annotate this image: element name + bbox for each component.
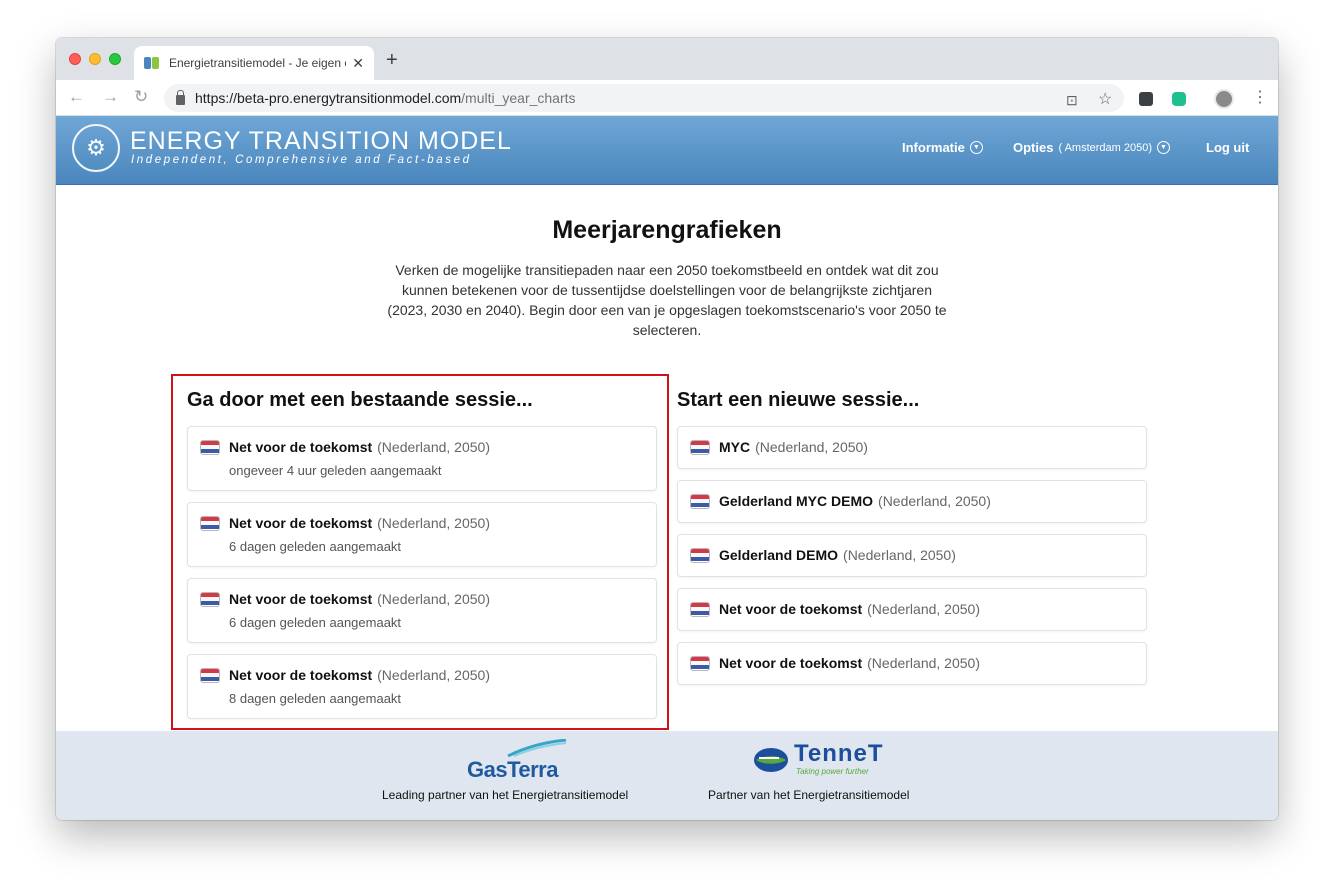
netherlands-flag-icon bbox=[690, 493, 710, 509]
gasterra-logo[interactable]: GasTerra bbox=[467, 757, 558, 783]
session-meta: (Nederland, 2050) bbox=[377, 515, 490, 531]
logo-title[interactable]: ENERGY TRANSITION MODEL bbox=[130, 127, 512, 156]
tennet-logo[interactable]: TenneT bbox=[794, 740, 884, 768]
netherlands-flag-icon bbox=[690, 547, 710, 563]
netherlands-flag-icon bbox=[690, 439, 710, 455]
new-session-card[interactable]: Net voor de toekomst (Nederland, 2050) bbox=[677, 642, 1147, 685]
url-host: https://beta-pro.energytransitionmodel.c… bbox=[195, 90, 462, 106]
forward-arrow-icon[interactable]: → bbox=[102, 87, 119, 107]
nav-informatie[interactable]: Informatie ▼ bbox=[902, 140, 983, 155]
session-meta: (Nederland, 2050) bbox=[377, 667, 490, 683]
main-content: Meerjarengrafieken Verken de mogelijke t… bbox=[56, 186, 1278, 731]
browser-tab[interactable]: Energietransitiemodel - Je eigen energie… bbox=[134, 46, 374, 80]
gears-logo-icon[interactable]: ⚙ bbox=[72, 124, 120, 172]
browser-window: Energietransitiemodel - Je eigen energie… bbox=[56, 38, 1278, 820]
nav-logout[interactable]: Log uit bbox=[1206, 140, 1249, 155]
session-meta: (Nederland, 2050) bbox=[843, 547, 956, 563]
nav-opties-context: ( Amsterdam 2050) bbox=[1058, 141, 1153, 154]
chevron-down-icon: ▼ bbox=[969, 141, 983, 154]
session-name: Net voor de toekomst bbox=[229, 515, 373, 531]
translate-icon[interactable]: ⊡ bbox=[1066, 92, 1078, 109]
netherlands-flag-icon bbox=[690, 601, 710, 617]
tennet-caption: Partner van het Energietransitiemodel bbox=[708, 788, 910, 802]
tab-close-icon[interactable]: ✕ bbox=[352, 55, 364, 72]
session-meta: (Nederland, 2050) bbox=[878, 493, 991, 509]
session-name: Gelderland MYC DEMO bbox=[719, 493, 874, 509]
browser-menu-icon[interactable]: ⋮ bbox=[1252, 89, 1268, 107]
new-session-card[interactable]: Gelderland MYC DEMO (Nederland, 2050) bbox=[677, 480, 1147, 523]
new-session-card[interactable]: Net voor de toekomst (Nederland, 2050) bbox=[677, 588, 1147, 631]
tab-title: Energietransitiemodel - Je eigen energie… bbox=[168, 56, 346, 70]
logo-subtitle: Independent, Comprehensive and Fact-base… bbox=[131, 154, 472, 166]
tennet-tagline: Taking power further bbox=[796, 767, 869, 776]
session-name: Net voor de toekomst bbox=[229, 591, 373, 607]
extension-cup-icon[interactable] bbox=[1172, 92, 1186, 106]
session-name: Net voor de toekomst bbox=[229, 667, 373, 683]
new-session-card[interactable]: Gelderland DEMO (Nederland, 2050) bbox=[677, 534, 1147, 577]
page-title: Meerjarengrafieken bbox=[552, 216, 782, 244]
existing-sessions-heading: Ga door met een bestaande sessie... bbox=[187, 389, 533, 411]
etm-favicon-icon bbox=[144, 57, 160, 69]
new-tab-button[interactable]: + bbox=[386, 50, 398, 70]
session-name: Net voor de toekomst bbox=[719, 601, 863, 617]
nav-informatie-label: Informatie bbox=[902, 140, 965, 155]
netherlands-flag-icon bbox=[690, 655, 710, 671]
site-header: ⚙ ENERGY TRANSITION MODEL Independent, C… bbox=[56, 116, 1278, 185]
session-date: 6 dagen geleden aangemaakt bbox=[229, 615, 402, 630]
session-date: ongeveer 4 uur geleden aangemaakt bbox=[229, 463, 442, 478]
session-name: MYC bbox=[719, 439, 751, 455]
existing-session-card[interactable]: Net voor de toekomst (Nederland, 2050) 8… bbox=[187, 654, 657, 719]
intro-text: Verken de mogelijke transitiepaden naar … bbox=[387, 262, 947, 338]
address-bar[interactable]: https://beta-pro.energytransitionmodel.c… bbox=[164, 84, 1124, 112]
existing-session-card[interactable]: Net voor de toekomst (Nederland, 2050) o… bbox=[187, 426, 657, 491]
extension-icon[interactable] bbox=[1139, 92, 1153, 106]
new-session-card[interactable]: MYC (Nederland, 2050) bbox=[677, 426, 1147, 469]
maximize-window-button[interactable] bbox=[109, 53, 121, 65]
reload-icon[interactable]: ↻ bbox=[134, 87, 148, 107]
gasterra-swoosh-icon bbox=[507, 739, 567, 757]
session-meta: (Nederland, 2050) bbox=[867, 655, 980, 671]
nav-opties-label: Opties bbox=[1013, 140, 1054, 155]
chevron-down-icon: ▼ bbox=[1157, 141, 1171, 154]
minimize-window-button[interactable] bbox=[89, 53, 101, 65]
session-name: Gelderland DEMO bbox=[719, 547, 839, 563]
gasterra-caption: Leading partner van het Energietransitie… bbox=[382, 788, 629, 802]
session-meta: (Nederland, 2050) bbox=[377, 439, 490, 455]
url-text[interactable]: https://beta-pro.energytransitionmodel.c… bbox=[195, 90, 576, 106]
profile-avatar[interactable] bbox=[1214, 89, 1234, 109]
session-date: 6 dagen geleden aangemaakt bbox=[229, 539, 402, 554]
session-meta: (Nederland, 2050) bbox=[755, 439, 868, 455]
existing-session-card[interactable]: Net voor de toekomst (Nederland, 2050) 6… bbox=[187, 502, 657, 567]
session-name: Net voor de toekomst bbox=[719, 655, 863, 671]
session-meta: (Nederland, 2050) bbox=[867, 601, 980, 617]
url-path: /multi_year_charts bbox=[461, 90, 576, 106]
existing-session-card[interactable]: Net voor de toekomst (Nederland, 2050) 6… bbox=[187, 578, 657, 643]
session-meta: (Nederland, 2050) bbox=[377, 591, 490, 607]
back-arrow-icon[interactable]: ← bbox=[68, 87, 85, 107]
partners-footer: GasTerra Leading partner van het Energie… bbox=[56, 731, 1278, 820]
tab-strip: Energietransitiemodel - Je eigen energie… bbox=[56, 38, 1278, 80]
netherlands-flag-icon bbox=[200, 439, 220, 455]
close-window-button[interactable] bbox=[69, 53, 81, 65]
nav-opties[interactable]: Opties ( Amsterdam 2050) ▼ bbox=[1013, 140, 1171, 155]
netherlands-flag-icon bbox=[200, 515, 220, 531]
netherlands-flag-icon bbox=[200, 591, 220, 607]
session-name: Net voor de toekomst bbox=[229, 439, 373, 455]
browser-toolbar: ← → ↻ https://beta-pro.energytransitionm… bbox=[56, 80, 1278, 116]
session-date: 8 dagen geleden aangemaakt bbox=[229, 691, 402, 706]
tennet-globe-icon bbox=[754, 748, 788, 772]
lock-icon bbox=[176, 89, 185, 105]
bookmark-star-icon[interactable]: ☆ bbox=[1098, 89, 1112, 109]
netherlands-flag-icon bbox=[200, 667, 220, 683]
new-sessions-heading: Start een nieuwe sessie... bbox=[677, 389, 920, 411]
